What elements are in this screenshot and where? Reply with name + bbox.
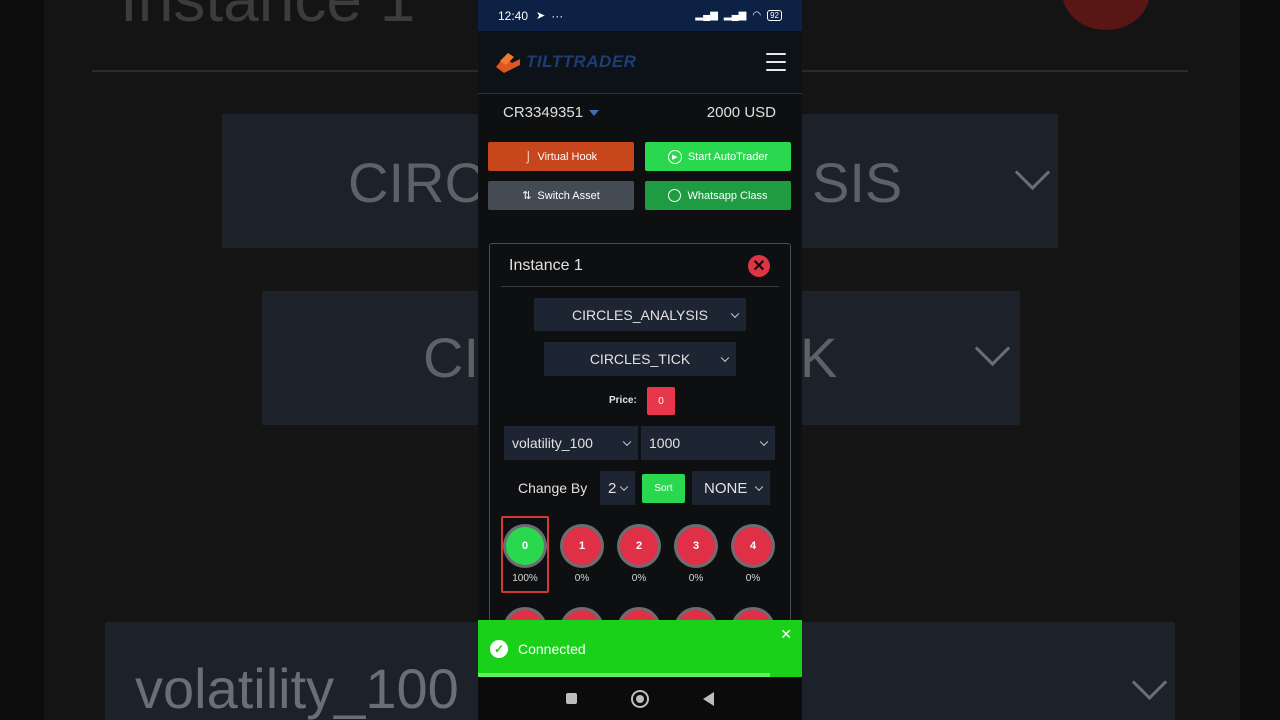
chevron-down-icon xyxy=(622,437,632,447)
status-bar: 12:40 ➤ ··· ▂▄▆ ▂▄▆ ◠ 92 xyxy=(478,0,802,31)
logo-text: TILTTRADER xyxy=(526,52,637,71)
wifi-icon: ◠ xyxy=(752,10,762,21)
card-divider xyxy=(501,286,779,287)
account-selector[interactable]: CR3349351 xyxy=(503,104,600,121)
asset-select-value: volatility_100 xyxy=(512,435,593,451)
chevron-down-icon xyxy=(759,437,769,447)
telegram-icon: ➤ xyxy=(536,10,546,22)
digit-percent: 0% xyxy=(631,573,647,584)
price-value: 0 xyxy=(647,387,675,415)
digit-circle: 3 xyxy=(677,527,715,565)
digit-2[interactable]: 2 0% xyxy=(617,527,661,584)
background-title: Instance 1 xyxy=(120,0,415,36)
digit-percent: 0% xyxy=(574,573,590,584)
tick-select-value: CIRCLES_TICK xyxy=(589,351,691,367)
filter-select-value: NONE xyxy=(704,479,748,497)
digit-circle: 1 xyxy=(563,527,601,565)
digit-circle: 0 xyxy=(506,527,544,565)
tick-select[interactable]: CIRCLES_TICK xyxy=(544,342,736,376)
background-analysis-text: CIRC xyxy=(348,151,485,214)
virtual-hook-button[interactable]: ⌡ Virtual Hook xyxy=(488,142,634,171)
logo-icon xyxy=(496,53,520,73)
connection-toast: ✓ Connected ✕ xyxy=(478,620,802,677)
sort-button[interactable]: Sort xyxy=(642,474,685,503)
digit-percent: 100% xyxy=(512,573,538,584)
caret-down-icon xyxy=(589,109,600,116)
play-circle-icon: ▶ xyxy=(667,149,682,164)
chevron-down-icon xyxy=(754,482,764,492)
digit-1[interactable]: 1 0% xyxy=(560,527,604,584)
virtual-hook-label: Virtual Hook xyxy=(537,150,598,163)
toast-message: Connected xyxy=(518,641,586,657)
digit-percent: 0% xyxy=(745,573,761,584)
digit-3[interactable]: 3 0% xyxy=(674,527,718,584)
start-autotrader-label: Start AutoTrader xyxy=(687,150,769,163)
change-by-label: Change By xyxy=(518,480,588,496)
chevron-down-icon xyxy=(730,309,740,318)
whatsapp-class-button[interactable]: Whatsapp Class xyxy=(645,181,791,210)
background-analysis-text-right: SIS xyxy=(812,151,903,214)
more-notifications-icon: ··· xyxy=(551,8,564,23)
switch-asset-button[interactable]: ⇅ Switch Asset xyxy=(488,181,634,210)
close-instance-icon[interactable]: ✕ xyxy=(748,255,770,277)
analysis-select-value: CIRCLES_ANALYSIS xyxy=(572,306,708,323)
stake-select-value: 1000 xyxy=(649,435,681,451)
background-tick-text-right: K xyxy=(800,326,838,389)
chevron-down-icon xyxy=(720,353,730,363)
swap-arrows-icon: ⇅ xyxy=(522,190,532,202)
analysis-select[interactable]: CIRCLES_ANALYSIS xyxy=(534,298,746,331)
hook-icon: ⌡ xyxy=(524,150,532,163)
account-id: CR3349351 xyxy=(503,104,584,121)
check-circle-icon: ✓ xyxy=(490,640,508,658)
digit-percent: 0% xyxy=(688,573,704,584)
stake-select[interactable]: 1000 xyxy=(641,426,775,460)
background-tick-text: CI xyxy=(423,326,479,389)
change-by-select[interactable]: 2 xyxy=(600,471,635,505)
phone-screen: 12:40 ➤ ··· ▂▄▆ ▂▄▆ ◠ 92 TILTTRADER CR33… xyxy=(478,0,802,720)
status-time: 12:40 xyxy=(498,8,529,23)
asset-select[interactable]: volatility_100 xyxy=(504,426,638,460)
filter-select[interactable]: NONE xyxy=(692,471,770,505)
digit-circle: 4 xyxy=(734,527,772,565)
background-asset-text: volatility_100 xyxy=(135,657,459,720)
account-balance: 2000 USD xyxy=(706,104,776,121)
app-header: TILTTRADER xyxy=(478,31,802,94)
back-icon[interactable] xyxy=(703,691,714,706)
digit-circle: 2 xyxy=(620,527,658,565)
whatsapp-icon xyxy=(668,189,682,202)
change-by-value: 2 xyxy=(608,479,617,497)
home-icon[interactable] xyxy=(631,689,649,708)
hamburger-menu-icon[interactable] xyxy=(766,53,786,71)
start-autotrader-button[interactable]: ▶ Start AutoTrader xyxy=(645,142,791,171)
digit-4[interactable]: 4 0% xyxy=(731,527,775,584)
chevron-down-icon xyxy=(619,482,629,492)
whatsapp-class-label: Whatsapp Class xyxy=(687,189,768,202)
signal-icon: ▂▄▆ xyxy=(695,10,718,21)
digit-0[interactable]: 0 100% xyxy=(503,527,547,584)
toast-close-icon[interactable]: ✕ xyxy=(780,626,792,643)
android-nav-bar xyxy=(478,677,802,720)
instance-title: Instance 1 xyxy=(509,257,583,274)
logo[interactable]: TILTTRADER xyxy=(494,49,636,75)
recents-icon[interactable] xyxy=(566,693,577,704)
signal-icon-2: ▂▄▆ xyxy=(723,10,747,21)
price-label: Price: xyxy=(609,395,637,406)
switch-asset-label: Switch Asset xyxy=(537,189,600,202)
battery-icon: 92 xyxy=(767,10,782,21)
instance-card: Instance 1 ✕ CIRCLES_ANALYSIS CIRCLES_TI… xyxy=(489,243,791,665)
